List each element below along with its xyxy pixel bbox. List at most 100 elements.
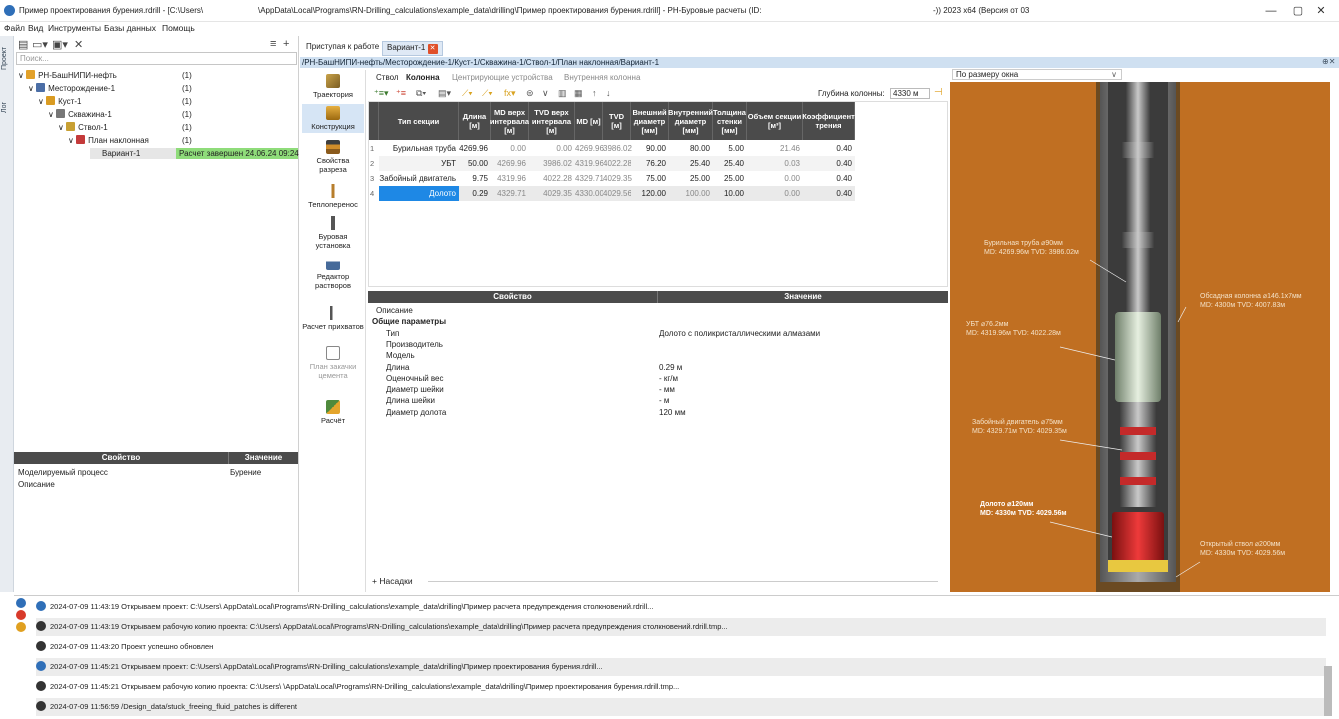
close-button[interactable]: ✕ xyxy=(1303,0,1339,22)
hamburger-menu-icon[interactable]: ≡ xyxy=(270,38,276,50)
table-cell[interactable]: 4330.00 xyxy=(575,186,604,201)
sidebar-item-calculation[interactable]: Расчёт xyxy=(302,400,364,425)
chevron-down-icon[interactable]: ∨ xyxy=(68,136,76,145)
menu-databases[interactable]: Базы данных xyxy=(104,23,156,33)
chevron-down-icon[interactable]: ∨ xyxy=(18,71,26,80)
tree-item-pad[interactable]: ∨ Куст-1 (1) xyxy=(38,96,298,107)
scrollbar[interactable] xyxy=(1324,666,1332,716)
info-filter-icon[interactable] xyxy=(16,598,26,608)
table-cell[interactable]: 4269.96 xyxy=(459,141,491,156)
table-cell[interactable]: 3986.02 xyxy=(603,141,632,156)
sidebar-item-fluids[interactable]: Редактор растворов xyxy=(302,256,364,290)
table-cell[interactable]: 75.00 xyxy=(631,171,669,186)
zoom-select[interactable]: По размеру окна ∨ xyxy=(952,69,1122,80)
log-entry[interactable]: 2024-07-09 11:43:19 Открываем проект: C:… xyxy=(36,598,1326,616)
warning-filter-icon[interactable] xyxy=(16,622,26,632)
table-cell[interactable]: 0.00 xyxy=(747,171,803,186)
tree-item-plan[interactable]: ∨ План наклонная (1) xyxy=(68,135,328,146)
table-cell[interactable]: 0.40 xyxy=(803,141,855,156)
column-header[interactable]: Коэффициент трения xyxy=(802,102,855,140)
table-cell[interactable]: 25.00 xyxy=(669,171,713,186)
table-cell[interactable]: 4029.35 xyxy=(529,186,575,201)
column-header[interactable]: Тип секции xyxy=(379,102,459,140)
table-cell[interactable]: 25.40 xyxy=(669,156,713,171)
menu-help[interactable]: Помощь xyxy=(162,23,195,33)
table-cell[interactable]: Бурильная труба xyxy=(379,141,459,156)
side-tab-project[interactable]: Проект xyxy=(1,40,13,76)
delete-row-icon[interactable]: ⁺≡ xyxy=(396,88,406,99)
chevron-down-icon[interactable]: ∨ xyxy=(58,123,66,132)
table-cell[interactable]: 120.00 xyxy=(631,186,669,201)
table-cell[interactable]: 4269.96 xyxy=(491,156,529,171)
menu-file[interactable]: Файл xyxy=(4,23,25,33)
book-icon[interactable]: ▥ xyxy=(558,88,567,99)
chart-icon[interactable]: ⟋▾ xyxy=(462,88,473,99)
table-cell[interactable]: 0.00 xyxy=(491,141,529,156)
table-cell[interactable]: 25.00 xyxy=(713,171,747,186)
log-entry[interactable]: 2024-07-09 11:56:59 /Design_data/stuck_f… xyxy=(36,698,1326,716)
table-cell[interactable]: 50.00 xyxy=(459,156,491,171)
column-header[interactable]: Толщина стенки [мм] xyxy=(713,102,747,140)
property-group-header[interactable]: Общие параметры xyxy=(372,317,446,328)
column-header[interactable]: Длина [м] xyxy=(459,102,491,140)
close-project-icon[interactable]: ✕ xyxy=(74,38,83,51)
tree-item-field[interactable]: ∨ Месторождение-1 (1) xyxy=(28,83,288,94)
table-cell[interactable]: 9.75 xyxy=(459,171,491,186)
error-filter-icon[interactable] xyxy=(16,610,26,620)
chart-alt-icon[interactable]: ⟋▾ xyxy=(482,88,493,99)
nozzles-expander[interactable]: + Насадки xyxy=(372,576,413,587)
formula-icon[interactable]: fx▾ xyxy=(504,88,516,99)
clipboard-icon[interactable]: ▤▾ xyxy=(438,88,451,99)
tab-variant-1[interactable]: Вариант-1 ✕ xyxy=(382,41,443,56)
property-value[interactable]: - кг/м xyxy=(659,374,678,385)
table-cell[interactable]: 4022.28 xyxy=(603,156,632,171)
tab-getting-started[interactable]: Приступая к работе xyxy=(302,41,383,52)
table-cell[interactable]: Долото xyxy=(379,186,459,201)
table-cell[interactable]: 0.40 xyxy=(803,156,855,171)
move-down-icon[interactable]: ↓ xyxy=(606,88,611,98)
table-cell[interactable]: 3986.02 xyxy=(529,156,575,171)
property-value[interactable]: 0.29 м xyxy=(659,363,682,374)
table-cell[interactable]: 80.00 xyxy=(669,141,713,156)
database-icon[interactable]: ▦ xyxy=(574,88,583,99)
table-cell[interactable]: Забойный двигатель xyxy=(379,171,459,186)
sidebar-item-stuck-pipe[interactable]: Расчет прихватов xyxy=(302,306,364,331)
table-cell[interactable]: 25.40 xyxy=(713,156,747,171)
search-input[interactable]: Поиск... xyxy=(16,52,297,65)
menu-tools[interactable]: Инструменты xyxy=(48,23,101,33)
table-cell[interactable]: 4269.96 xyxy=(575,141,604,156)
table-cell[interactable]: 4022.28 xyxy=(529,171,575,186)
table-cell[interactable]: 90.00 xyxy=(631,141,669,156)
open-folder-icon[interactable]: ▭▾ xyxy=(32,38,48,51)
column-header[interactable]: Внешний диаметр [мм] xyxy=(631,102,669,140)
subtab-wellbore[interactable]: Ствол xyxy=(376,73,399,82)
pin-icon[interactable]: ⊕✕ xyxy=(1322,57,1335,66)
sidebar-item-cement-plan[interactable]: План закачки цемента xyxy=(302,346,364,380)
copy-icon[interactable]: ⧉▾ xyxy=(416,88,426,99)
table-cell[interactable]: 5.00 xyxy=(713,141,747,156)
column-header[interactable]: Внутренний диаметр [мм] xyxy=(668,102,713,140)
table-cell[interactable]: 4029.56 xyxy=(603,186,632,201)
add-icon[interactable]: + xyxy=(283,38,289,50)
log-entry[interactable]: 2024-07-09 11:45:21 Открываем рабочую ко… xyxy=(36,678,1326,696)
table-cell[interactable]: 0.03 xyxy=(747,156,803,171)
tree-item-variant[interactable]: Вариант-1 Расчет завершен 24.06.24 09:24 xyxy=(90,148,299,159)
table-cell[interactable]: 0.40 xyxy=(803,171,855,186)
column-header[interactable]: TVD [м] xyxy=(603,102,631,140)
sidebar-item-geology[interactable]: Свойства разреза xyxy=(302,140,364,174)
apply-depth-icon[interactable]: ⊣ xyxy=(934,87,943,98)
save-icon[interactable]: ▣▾ xyxy=(52,38,68,51)
table-cell[interactable]: 21.46 xyxy=(747,141,803,156)
table-cell[interactable]: УБТ xyxy=(379,156,459,171)
log-entry[interactable]: 2024-07-09 11:43:20 Проект успешно обнов… xyxy=(36,638,1326,656)
property-value[interactable]: 120 мм xyxy=(659,408,686,419)
table-cell[interactable]: 0.29 xyxy=(459,186,491,201)
subtab-inner-string[interactable]: Внутренняя колонна xyxy=(564,73,640,82)
table-cell[interactable]: 10.00 xyxy=(713,186,747,201)
chevron-down-icon[interactable]: ∨ xyxy=(542,88,549,99)
table-cell[interactable]: 4329.71 xyxy=(491,186,529,201)
tree-item-wellbore[interactable]: ∨ Ствол-1 (1) xyxy=(58,122,318,133)
sidebar-item-rig[interactable]: Буровая установка xyxy=(302,216,364,250)
tree-item-company[interactable]: ∨ РН-БашНИПИ-нефть (1) xyxy=(18,70,192,81)
subtab-string[interactable]: Колонна xyxy=(406,73,440,82)
